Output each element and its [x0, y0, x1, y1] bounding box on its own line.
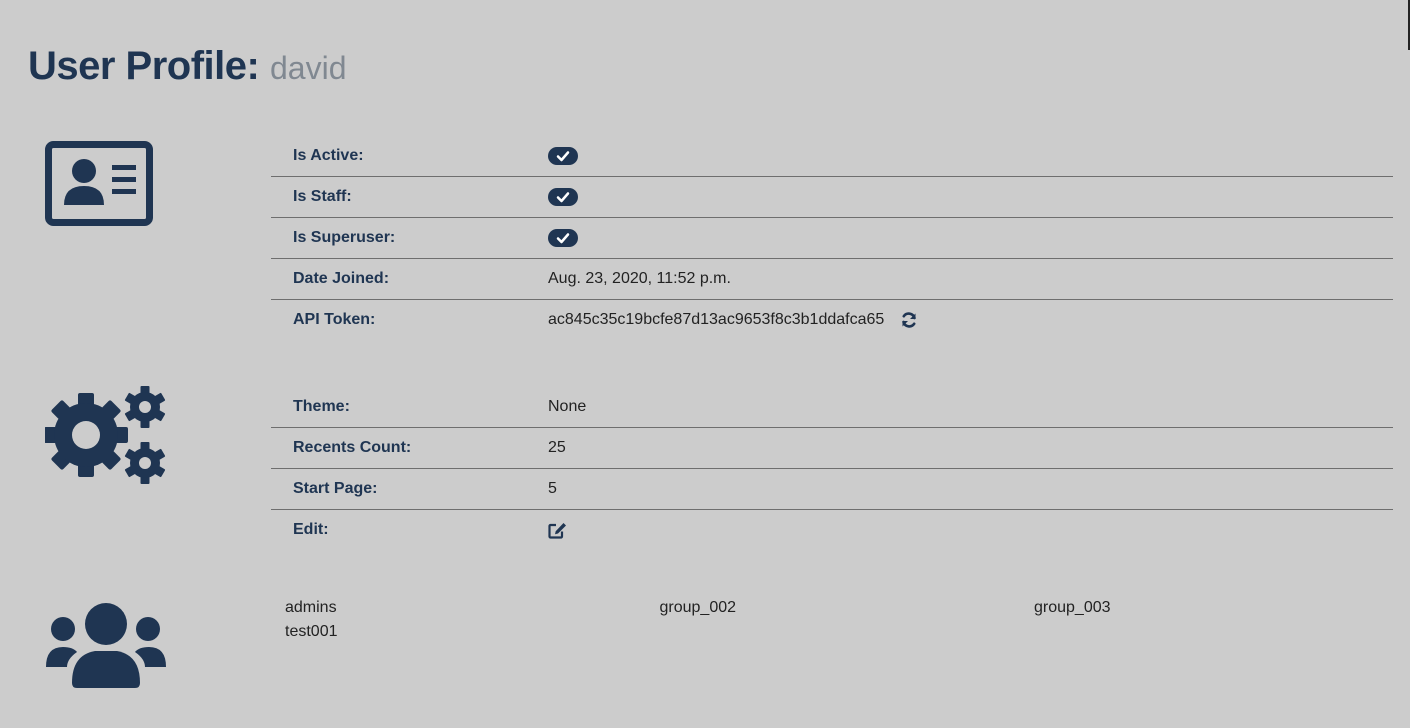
- recents-count-value: 25: [548, 439, 566, 456]
- group-item: test001: [285, 623, 338, 640]
- page-title-text: User Profile:: [28, 44, 260, 88]
- group-item: group_003: [1034, 599, 1111, 616]
- theme-label: Theme:: [293, 398, 350, 415]
- row-is-active: Is Active:: [271, 136, 1393, 177]
- account-properties: Is Active: Is Staff: Is Superuser: Date …: [271, 136, 1393, 340]
- recents-count-label: Recents Count:: [293, 439, 412, 456]
- edit-value: [548, 522, 567, 539]
- check-icon: [548, 147, 578, 165]
- gears-icon: [45, 386, 167, 484]
- row-api-token: API Token: ac845c35c19bcfe87d13ac9653f8c…: [271, 300, 1393, 340]
- is-active-value: [548, 147, 578, 165]
- theme-value: None: [548, 398, 587, 415]
- groups-list: admins group_002 group_003 test001: [285, 598, 1407, 642]
- row-start-page: Start Page: 5: [271, 469, 1393, 510]
- edit-label: Edit:: [293, 521, 329, 538]
- group-item: group_002: [659, 599, 737, 616]
- refresh-icon[interactable]: [900, 311, 918, 329]
- check-icon: [548, 188, 578, 206]
- id-card-icon: [45, 141, 155, 226]
- row-theme: Theme: None: [271, 387, 1393, 428]
- api-token-value: ac845c35c19bcfe87d13ac9653f8c3b1ddafca65: [548, 311, 885, 328]
- start-page-value: 5: [548, 480, 557, 497]
- row-edit: Edit:: [271, 510, 1393, 550]
- start-page-label: Start Page:: [293, 480, 378, 497]
- edit-icon[interactable]: [548, 522, 567, 539]
- date-joined-label: Date Joined:: [293, 270, 390, 287]
- users-icon: [45, 603, 167, 689]
- api-token-value-wrap: ac845c35c19bcfe87d13ac9653f8c3b1ddafca65: [548, 311, 918, 329]
- is-staff-value: [548, 188, 578, 206]
- row-date-joined: Date Joined: Aug. 23, 2020, 11:52 p.m.: [271, 259, 1393, 300]
- is-staff-label: Is Staff:: [293, 188, 352, 205]
- is-superuser-label: Is Superuser:: [293, 229, 396, 246]
- row-recents-count: Recents Count: 25: [271, 428, 1393, 469]
- group-item: admins: [285, 599, 337, 616]
- is-superuser-value: [548, 229, 578, 247]
- check-icon: [548, 229, 578, 247]
- user-profile-page: User Profile: david Is Active: Is Staff:: [0, 0, 1410, 728]
- is-active-label: Is Active:: [293, 147, 364, 164]
- preferences-properties: Theme: None Recents Count: 25 Start Page…: [271, 387, 1393, 550]
- row-is-superuser: Is Superuser:: [271, 218, 1393, 259]
- date-joined-value: Aug. 23, 2020, 11:52 p.m.: [548, 270, 731, 287]
- row-is-staff: Is Staff:: [271, 177, 1393, 218]
- api-token-label: API Token:: [293, 311, 376, 328]
- username: david: [269, 50, 347, 86]
- page-title: User Profile: david: [28, 40, 346, 94]
